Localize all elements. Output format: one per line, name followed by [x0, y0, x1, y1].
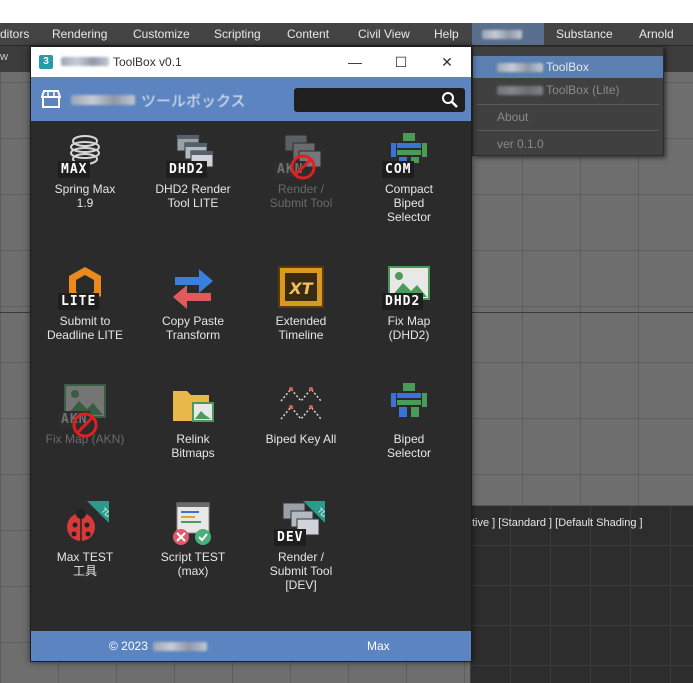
tool-label: Fix Map (DHD2) [387, 314, 431, 342]
viewport-label[interactable]: tive ] [Standard ] [Default Shading ] [472, 517, 643, 529]
store-icon [41, 90, 61, 108]
menu-customize[interactable]: Customize [133, 23, 190, 45]
close-button[interactable]: ✕ [435, 51, 459, 73]
tool-submit-deadline-lite[interactable]: LITE Submit to Deadline LITE [31, 265, 139, 342]
tool-script-test[interactable]: Script TEST (max) [139, 501, 247, 578]
menu-civil-view[interactable]: Civil View [358, 23, 410, 45]
tool-label: Max TEST 工具 [56, 550, 114, 578]
menu-help[interactable]: Help [434, 23, 459, 45]
disabled-icon [290, 154, 316, 180]
tool-copy-paste-transform[interactable]: Copy Paste Transform [139, 265, 247, 342]
biped-icon [391, 383, 427, 417]
minimize-button[interactable]: — [343, 51, 367, 73]
tool-extended-timeline[interactable]: XT Extended Timeline [247, 265, 355, 342]
tool-label: Extended Timeline [275, 314, 327, 342]
menu-editors[interactable]: ditors [0, 23, 29, 45]
blurred-text [497, 86, 543, 96]
tool-badge: COM [382, 161, 415, 178]
ladybug-icon: TD [67, 501, 112, 541]
tool-render-submit-akn[interactable]: AKN Render / Submit Tool [247, 133, 355, 210]
toolbox-dropdown-menu: ToolBox ToolBox (Lite) About ver 0.1.0 [472, 46, 664, 156]
perspective-viewport[interactable] [470, 505, 693, 683]
folder-image-icon [173, 391, 214, 422]
menu-scripting[interactable]: Scripting [214, 23, 261, 45]
maximize-button[interactable]: ☐ [389, 51, 413, 73]
tool-label: Render / Submit Tool [269, 182, 333, 210]
tool-biped-selector[interactable]: Biped Selector [355, 383, 463, 460]
search-input[interactable] [294, 88, 465, 112]
blurred-author [153, 642, 208, 652]
app-icon: 3 [39, 55, 53, 69]
menu-arnold[interactable]: Arnold [639, 23, 674, 45]
menu-bar: ditors Rendering Customize Scripting Con… [0, 23, 693, 46]
blurred-header-text [71, 95, 135, 105]
menu-item-about[interactable]: About [473, 106, 663, 128]
menu-content[interactable]: Content [287, 23, 329, 45]
window-titlebar[interactable]: 3 ToolBox v0.1 — ☐ ✕ [31, 47, 471, 77]
tool-label: Biped Selector [386, 432, 432, 460]
toolbox-footer: © 2023 Max [31, 631, 471, 661]
footer-app-name: Max [367, 639, 390, 653]
tool-label: Biped Key All [265, 432, 337, 446]
menu-custom-tools[interactable] [472, 23, 544, 45]
tool-label: Render / Submit Tool [DEV] [269, 550, 333, 592]
tool-badge: DHD2 [166, 161, 208, 178]
tool-badge: DEV [274, 529, 307, 546]
transfer-arrows-icon [173, 269, 213, 309]
menu-item-label: ToolBox (Lite) [546, 83, 620, 97]
menu-separator [477, 104, 659, 105]
tool-badge: LITE [58, 293, 100, 310]
blurred-title [61, 57, 109, 66]
menu-item-toolbox-lite[interactable]: ToolBox (Lite) [473, 79, 663, 101]
viewport-divider-2 [470, 505, 693, 506]
tool-fix-map-dhd2[interactable]: DHD2 Fix Map (DHD2) [355, 265, 463, 342]
search-icon[interactable] [441, 91, 459, 109]
blurred-text [497, 63, 543, 73]
tool-label: Compact Biped Selector [384, 182, 434, 224]
tool-compact-biped-selector[interactable]: COM Compact Biped Selector [355, 133, 463, 224]
tool-label: Submit to Deadline LITE [46, 314, 124, 342]
tool-label: Script TEST (max) [160, 550, 226, 578]
menu-item-toolbox[interactable]: ToolBox [473, 56, 663, 78]
tool-badge: DHD2 [382, 293, 424, 310]
tool-relink-bitmaps[interactable]: Relink Bitmaps [139, 383, 247, 460]
footer-copyright: © 2023 [109, 639, 208, 653]
tool-biped-key-all[interactable]: Biped Key All [247, 383, 355, 446]
tool-render-submit-dev[interactable]: TD DEV Render / Submit Tool [DEV] [247, 501, 355, 592]
timeline-xt-icon: XT [278, 266, 324, 308]
menu-item-version: ver 0.1.0 [497, 137, 544, 151]
tool-spring-max[interactable]: MAX Spring Max 1.9 [31, 133, 139, 210]
blurred-menu-name [482, 30, 522, 40]
menu-item-label: ToolBox [546, 60, 589, 74]
toolbox-header: ツールボックス [31, 77, 471, 121]
tool-label: Spring Max 1.9 [54, 182, 116, 210]
menu-substance[interactable]: Substance [556, 23, 613, 45]
toolbar-fragment-label: w [0, 51, 8, 63]
tool-badge: MAX [58, 161, 91, 178]
menu-rendering[interactable]: Rendering [52, 23, 107, 45]
script-test-icon [173, 502, 211, 545]
toolbox-window: 3 ToolBox v0.1 — ☐ ✕ ツールボックス MAX Spring … [30, 46, 472, 662]
header-title: ツールボックス [141, 93, 246, 110]
tool-max-test[interactable]: TD Max TEST 工具 [31, 501, 139, 578]
tool-dhd2-render-lite[interactable]: DHD2 DHD2 Render Tool LITE [139, 133, 247, 210]
tool-fix-map-akn[interactable]: AKN Fix Map (AKN) [31, 383, 139, 446]
tool-label: Relink Bitmaps [171, 432, 215, 460]
top-margin [0, 0, 693, 23]
window-title: ToolBox v0.1 [113, 55, 182, 69]
disabled-icon [72, 412, 98, 438]
curve-keys-icon [280, 387, 322, 421]
tool-label: Copy Paste Transform [161, 314, 225, 342]
tool-label: DHD2 Render Tool LITE [155, 182, 231, 210]
svg-text:XT: XT [288, 279, 313, 298]
menu-separator [477, 130, 659, 131]
